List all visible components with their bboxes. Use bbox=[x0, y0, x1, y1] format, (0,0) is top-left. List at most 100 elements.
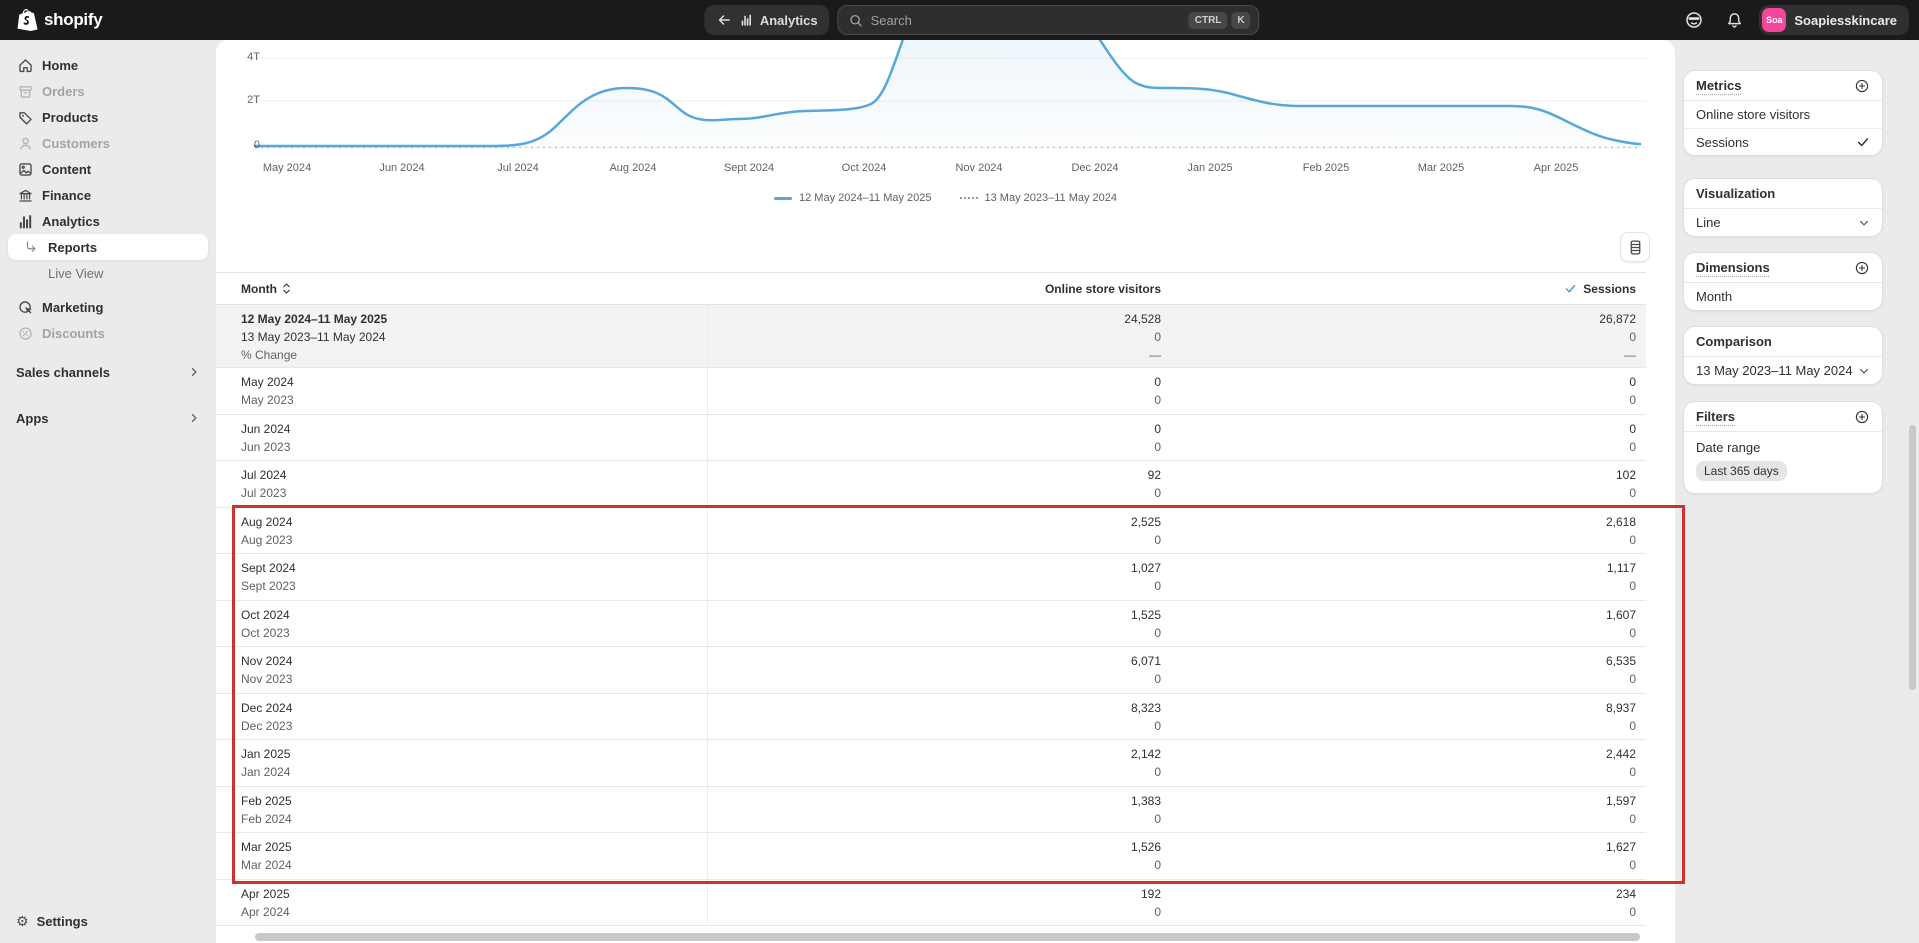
dimensions-title: Dimensions bbox=[1696, 260, 1770, 275]
search-input[interactable] bbox=[871, 13, 1185, 28]
filters-title: Filters bbox=[1696, 409, 1735, 424]
filter-date-range-value[interactable]: Last 365 days bbox=[1696, 461, 1787, 481]
column-header-visitors[interactable]: Online store visitors bbox=[707, 282, 1161, 296]
table-row: Aug 2024Aug 2023 2,5250 2,6180 bbox=[216, 508, 1646, 555]
discounts-icon bbox=[16, 324, 34, 342]
column-header-month[interactable]: Month bbox=[216, 282, 707, 296]
sidebar-section-sales-channels[interactable]: Sales channels bbox=[0, 358, 216, 386]
top-bar: shopify Analytics CTRL K So bbox=[0, 0, 1919, 40]
store-avatar: Soa bbox=[1762, 8, 1786, 32]
table-row: Jan 2025Jan 2024 2,1420 2,4420 bbox=[216, 740, 1646, 787]
filter-date-range-label: Date range bbox=[1696, 440, 1870, 455]
x-axis-tick: May 2024 bbox=[237, 162, 337, 174]
x-axis-tick: Nov 2024 bbox=[929, 162, 1029, 174]
x-axis-tick: Oct 2024 bbox=[814, 162, 914, 174]
shortcut-ctrl-key: CTRL bbox=[1189, 12, 1228, 29]
sidebar-item-settings[interactable]: ⚙ Settings bbox=[8, 907, 208, 935]
x-axis-tick: Feb 2025 bbox=[1276, 162, 1376, 174]
comparison-select[interactable]: 13 May 2023–11 May 2024 bbox=[1684, 357, 1882, 384]
sidebar-item-orders[interactable]: Orders bbox=[8, 78, 208, 104]
chevron-right-icon bbox=[188, 366, 200, 378]
sidebar-nav: Home Orders Products Customers Content F… bbox=[0, 40, 216, 943]
sidebar-item-analytics[interactable]: Analytics bbox=[8, 208, 208, 234]
sidebar-item-finance[interactable]: Finance bbox=[8, 182, 208, 208]
sidebar-item-marketing[interactable]: Marketing bbox=[8, 294, 208, 320]
sidebar-item-live-view[interactable]: Live View bbox=[8, 260, 208, 286]
dimension-item-month[interactable]: Month bbox=[1684, 283, 1882, 310]
metric-item-sessions[interactable]: Sessions bbox=[1684, 128, 1882, 155]
add-metric-button[interactable] bbox=[1854, 78, 1870, 94]
sort-icon bbox=[282, 282, 291, 295]
global-search[interactable]: CTRL K bbox=[838, 5, 1260, 35]
table-row: Nov 2024Nov 2023 6,0710 6,5350 bbox=[216, 647, 1646, 694]
table-row: Mar 2025Mar 2024 1,5260 1,6270 bbox=[216, 833, 1646, 880]
vertical-scrollbar[interactable] bbox=[1909, 425, 1916, 690]
check-icon bbox=[1856, 135, 1870, 149]
table-row: Sept 2024Sept 2023 1,0270 1,1170 bbox=[216, 554, 1646, 601]
dimensions-card: Dimensions Month bbox=[1683, 252, 1883, 311]
store-profile-menu[interactable]: Soa Soapiesskincare bbox=[1759, 5, 1909, 35]
y-axis-tick: 2T bbox=[230, 94, 260, 106]
products-icon bbox=[16, 108, 34, 126]
column-header-sessions[interactable]: Sessions bbox=[1161, 282, 1646, 296]
sessions-line-chart: 4T 2T 0 May 2024 Jun 2024 Jul 2024 Aug 2… bbox=[216, 40, 1675, 212]
chart-canvas bbox=[216, 40, 1675, 212]
table-row: Apr 2025Apr 2024 1920 2340 bbox=[216, 880, 1646, 927]
sidebar-item-reports[interactable]: Reports bbox=[8, 234, 208, 260]
visualization-card: Visualization Line bbox=[1683, 178, 1883, 237]
sidebar-item-products[interactable]: Products bbox=[8, 104, 208, 130]
sidekick-assistant-button[interactable] bbox=[1679, 5, 1709, 35]
solid-line-swatch bbox=[774, 197, 792, 200]
comparison-card: Comparison 13 May 2023–11 May 2024 bbox=[1683, 326, 1883, 385]
report-content: 4T 2T 0 May 2024 Jun 2024 Jul 2024 Aug 2… bbox=[216, 40, 1675, 943]
analytics-nav-pill[interactable]: Analytics bbox=[704, 5, 830, 35]
chevron-down-icon bbox=[1858, 365, 1870, 377]
x-axis-tick: Jan 2025 bbox=[1160, 162, 1260, 174]
shopify-logo[interactable]: shopify bbox=[16, 0, 102, 40]
x-axis-tick: Sept 2024 bbox=[699, 162, 799, 174]
visualization-title: Visualization bbox=[1696, 186, 1775, 201]
table-header-row: Month Online store visitors Sessions bbox=[216, 272, 1646, 305]
x-axis-tick: Jun 2024 bbox=[352, 162, 452, 174]
x-axis-tick: Apr 2025 bbox=[1506, 162, 1606, 174]
back-arrow-icon[interactable] bbox=[716, 12, 732, 28]
shortcut-k-key: K bbox=[1231, 12, 1250, 29]
report-data-table: Month Online store visitors Sessions 12 … bbox=[216, 272, 1646, 926]
chart-legend: 12 May 2024–11 May 2025 13 May 2023–11 M… bbox=[216, 192, 1675, 204]
chevron-down-icon bbox=[1858, 217, 1870, 229]
analytics-pill-label: Analytics bbox=[760, 13, 818, 28]
content-icon bbox=[16, 160, 34, 178]
sidebar-section-apps[interactable]: Apps bbox=[0, 404, 216, 432]
sidebar-item-discounts[interactable]: Discounts bbox=[8, 320, 208, 346]
add-filter-button[interactable] bbox=[1854, 409, 1870, 425]
x-axis-tick: Jul 2024 bbox=[468, 162, 568, 174]
table-row: Jun 2024Jun 2023 00 00 bbox=[216, 415, 1646, 462]
metric-item-online-store-visitors[interactable]: Online store visitors bbox=[1684, 101, 1882, 128]
home-icon bbox=[16, 56, 34, 74]
notifications-bell-button[interactable] bbox=[1719, 5, 1749, 35]
table-view-button[interactable] bbox=[1620, 232, 1650, 262]
horizontal-scrollbar[interactable] bbox=[255, 933, 1640, 941]
table-row: Feb 2025Feb 2024 1,3830 1,5970 bbox=[216, 787, 1646, 834]
legend-current-period: 12 May 2024–11 May 2025 bbox=[774, 192, 932, 204]
table-row: Dec 2024Dec 2023 8,3230 8,9370 bbox=[216, 694, 1646, 741]
marketing-icon bbox=[16, 298, 34, 316]
y-axis-tick: 4T bbox=[230, 51, 260, 63]
table-row: Oct 2024Oct 2023 1,5250 1,6070 bbox=[216, 601, 1646, 648]
check-icon bbox=[1564, 282, 1577, 295]
metrics-title: Metrics bbox=[1696, 78, 1742, 93]
x-axis-tick: Aug 2024 bbox=[583, 162, 683, 174]
y-axis-tick: 0 bbox=[230, 139, 260, 151]
sidebar-item-customers[interactable]: Customers bbox=[8, 130, 208, 156]
filters-card: Filters Date range Last 365 days bbox=[1683, 401, 1883, 494]
comparison-title: Comparison bbox=[1696, 334, 1772, 349]
sidebar-item-content[interactable]: Content bbox=[8, 156, 208, 182]
sidebar-item-home[interactable]: Home bbox=[8, 52, 208, 78]
chevron-right-icon bbox=[188, 412, 200, 424]
visualization-select[interactable]: Line bbox=[1684, 209, 1882, 236]
add-dimension-button[interactable] bbox=[1854, 260, 1870, 276]
search-icon bbox=[849, 13, 864, 28]
customers-icon bbox=[16, 134, 34, 152]
table-row: Jul 2024Jul 2023 920 1020 bbox=[216, 461, 1646, 508]
shopify-bag-icon bbox=[16, 8, 38, 32]
